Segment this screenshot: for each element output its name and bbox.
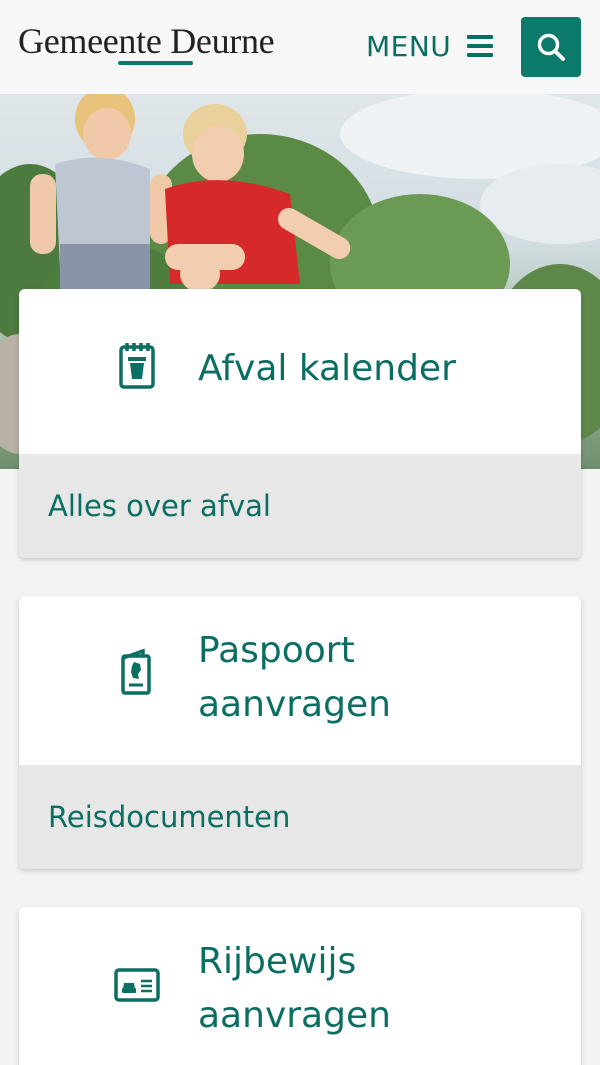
card-main-link[interactable]: Paspoort aanvragen	[19, 596, 581, 765]
card-title: Paspoort aanvragen	[198, 630, 391, 725]
card-title: Rijbewijs aanvragen	[198, 941, 391, 1036]
site-logo[interactable]: Gemeente Deurne	[18, 20, 275, 62]
search-icon	[537, 33, 565, 61]
card-afval-kalender: Afval kalender Alles over afval	[19, 289, 581, 558]
menu-button[interactable]: MENU	[366, 28, 494, 64]
card-main-link[interactable]: Rijbewijs aanvragen	[19, 907, 581, 1065]
calendar-bin-icon	[114, 342, 160, 389]
passport-icon	[114, 648, 160, 695]
card-rijbewijs-aanvragen: Rijbewijs aanvragen	[19, 907, 581, 1065]
card-footer-link[interactable]: Alles over afval	[19, 454, 581, 558]
card-main-link[interactable]: Afval kalender	[19, 289, 581, 454]
drivers-license-icon	[114, 962, 160, 1008]
logo-underline	[118, 61, 193, 65]
search-button[interactable]	[521, 17, 581, 77]
card-title: Afval kalender	[198, 348, 456, 389]
hamburger-icon	[467, 35, 494, 57]
site-header: Gemeente Deurne MENU	[0, 0, 600, 94]
card-footer-link[interactable]: Reisdocumenten	[19, 765, 581, 869]
card-paspoort-aanvragen: Paspoort aanvragen Reisdocumenten	[19, 596, 581, 869]
menu-label: MENU	[366, 29, 452, 63]
